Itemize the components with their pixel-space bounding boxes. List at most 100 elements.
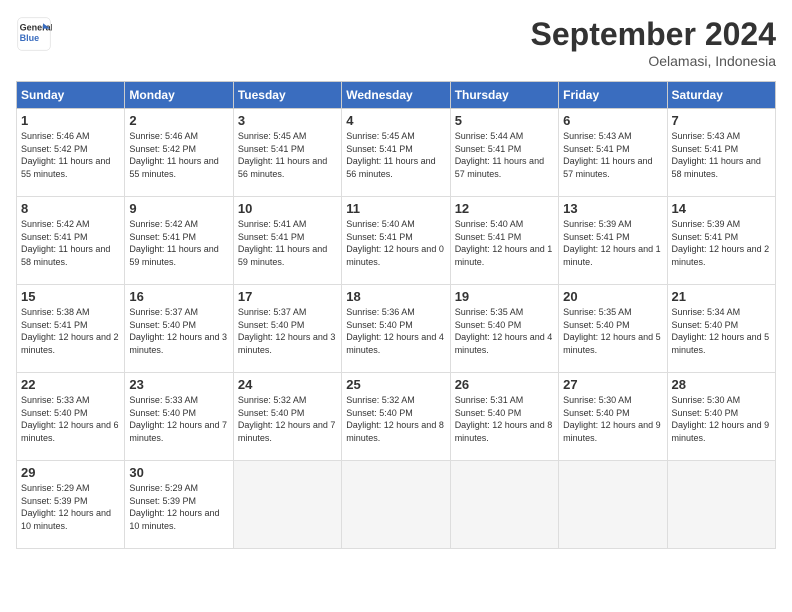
calendar-cell: 22 Sunrise: 5:33 AMSunset: 5:40 PMDayligh… [17,373,125,461]
day-number: 24 [238,377,337,392]
calendar-cell: 7 Sunrise: 5:43 AMSunset: 5:41 PMDaylight… [667,109,775,197]
day-number: 7 [672,113,771,128]
day-info: Sunrise: 5:40 AMSunset: 5:41 PMDaylight:… [455,218,554,268]
day-number: 26 [455,377,554,392]
title-block: September 2024 Oelamasi, Indonesia [531,16,776,69]
calendar-cell: 16Sunrise: 5:37 AMSunset: 5:40 PMDayligh… [125,285,233,373]
day-number: 12 [455,201,554,216]
day-info: Sunrise: 5:33 AMSunset: 5:40 PMDaylight:… [21,394,120,444]
day-info: Sunrise: 5:39 AMSunset: 5:41 PMDaylight:… [672,218,771,268]
calendar-cell [667,461,775,549]
calendar-cell: 20Sunrise: 5:35 AMSunset: 5:40 PMDayligh… [559,285,667,373]
day-number: 22 [21,377,120,392]
day-info: Sunrise: 5:43 AMSunset: 5:41 PMDaylight:… [563,130,662,180]
day-info: Sunrise: 5:32 AMSunset: 5:40 PMDaylight:… [238,394,337,444]
day-info: Sunrise: 5:39 AMSunset: 5:41 PMDaylight:… [563,218,662,268]
calendar-cell: 15 Sunrise: 5:38 AMSunset: 5:41 PMDayligh… [17,285,125,373]
day-number: 29 [21,465,120,480]
day-number: 10 [238,201,337,216]
day-number: 13 [563,201,662,216]
day-number: 11 [346,201,445,216]
calendar-cell: 1Sunrise: 5:46 AMSunset: 5:42 PMDaylight… [17,109,125,197]
calendar-cell: 19 Sunrise: 5:35 AMSunset: 5:40 PMDayligh… [450,285,558,373]
calendar-cell: 5 Sunrise: 5:44 AMSunset: 5:41 PMDaylight… [450,109,558,197]
day-info: Sunrise: 5:30 AMSunset: 5:40 PMDaylight:… [563,394,662,444]
calendar-cell: 29 Sunrise: 5:29 AMSunset: 5:39 PMDayligh… [17,461,125,549]
day-number: 25 [346,377,445,392]
calendar-cell: 23 Sunrise: 5:33 AMSunset: 5:40 PMDayligh… [125,373,233,461]
calendar-cell: 28 Sunrise: 5:30 AMSunset: 5:40 PMDayligh… [667,373,775,461]
month-title: September 2024 [531,16,776,53]
column-header-wednesday: Wednesday [342,82,450,109]
day-number: 5 [455,113,554,128]
calendar-week-2: 15 Sunrise: 5:38 AMSunset: 5:41 PMDayligh… [17,285,776,373]
logo: General Blue [16,16,52,52]
day-number: 28 [672,377,771,392]
day-info: Sunrise: 5:29 AMSunset: 5:39 PMDaylight:… [21,482,120,532]
column-header-monday: Monday [125,82,233,109]
calendar-cell: 30Sunrise: 5:29 AMSunset: 5:39 PMDayligh… [125,461,233,549]
page-header: General Blue September 2024 Oelamasi, In… [16,16,776,69]
day-number: 18 [346,289,445,304]
calendar-header-row: SundayMondayTuesdayWednesdayThursdayFrid… [17,82,776,109]
day-info: Sunrise: 5:35 AMSunset: 5:40 PMDaylight:… [455,306,554,356]
calendar-cell [233,461,341,549]
day-info: Sunrise: 5:38 AMSunset: 5:41 PMDaylight:… [21,306,120,356]
day-info: Sunrise: 5:37 AMSunset: 5:40 PMDaylight:… [129,306,228,356]
day-number: 3 [238,113,337,128]
day-number: 9 [129,201,228,216]
calendar-cell: 3 Sunrise: 5:45 AMSunset: 5:41 PMDaylight… [233,109,341,197]
logo-icon: General Blue [16,16,52,52]
column-header-saturday: Saturday [667,82,775,109]
day-number: 19 [455,289,554,304]
day-number: 8 [21,201,120,216]
column-header-thursday: Thursday [450,82,558,109]
calendar-cell [559,461,667,549]
day-info: Sunrise: 5:44 AMSunset: 5:41 PMDaylight:… [455,130,554,180]
day-info: Sunrise: 5:40 AMSunset: 5:41 PMDaylight:… [346,218,445,268]
calendar-cell: 9 Sunrise: 5:42 AMSunset: 5:41 PMDaylight… [125,197,233,285]
column-header-sunday: Sunday [17,82,125,109]
column-header-tuesday: Tuesday [233,82,341,109]
svg-text:Blue: Blue [20,33,40,43]
calendar-cell: 21 Sunrise: 5:34 AMSunset: 5:40 PMDayligh… [667,285,775,373]
day-info: Sunrise: 5:33 AMSunset: 5:40 PMDaylight:… [129,394,228,444]
calendar-week-0: 1Sunrise: 5:46 AMSunset: 5:42 PMDaylight… [17,109,776,197]
day-number: 21 [672,289,771,304]
day-number: 23 [129,377,228,392]
day-info: Sunrise: 5:32 AMSunset: 5:40 PMDaylight:… [346,394,445,444]
calendar-cell: 2 Sunrise: 5:46 AMSunset: 5:42 PMDaylight… [125,109,233,197]
day-info: Sunrise: 5:30 AMSunset: 5:40 PMDaylight:… [672,394,771,444]
day-number: 2 [129,113,228,128]
day-number: 15 [21,289,120,304]
day-info: Sunrise: 5:36 AMSunset: 5:40 PMDaylight:… [346,306,445,356]
calendar-cell: 13 Sunrise: 5:39 AMSunset: 5:41 PMDayligh… [559,197,667,285]
calendar-cell: 24 Sunrise: 5:32 AMSunset: 5:40 PMDayligh… [233,373,341,461]
day-info: Sunrise: 5:34 AMSunset: 5:40 PMDaylight:… [672,306,771,356]
calendar-week-3: 22 Sunrise: 5:33 AMSunset: 5:40 PMDayligh… [17,373,776,461]
calendar-cell: 11 Sunrise: 5:40 AMSunset: 5:41 PMDayligh… [342,197,450,285]
day-info: Sunrise: 5:46 AMSunset: 5:42 PMDaylight:… [21,130,120,180]
day-number: 20 [563,289,662,304]
day-info: Sunrise: 5:41 AMSunset: 5:41 PMDaylight:… [238,218,337,268]
day-info: Sunrise: 5:42 AMSunset: 5:41 PMDaylight:… [21,218,120,268]
calendar-cell: 12 Sunrise: 5:40 AMSunset: 5:41 PMDayligh… [450,197,558,285]
day-number: 30 [129,465,228,480]
day-info: Sunrise: 5:42 AMSunset: 5:41 PMDaylight:… [129,218,228,268]
day-info: Sunrise: 5:43 AMSunset: 5:41 PMDaylight:… [672,130,771,180]
column-header-friday: Friday [559,82,667,109]
day-info: Sunrise: 5:46 AMSunset: 5:42 PMDaylight:… [129,130,228,180]
calendar-cell: 4Sunrise: 5:45 AMSunset: 5:41 PMDaylight… [342,109,450,197]
calendar-week-4: 29 Sunrise: 5:29 AMSunset: 5:39 PMDayligh… [17,461,776,549]
calendar-body: 1Sunrise: 5:46 AMSunset: 5:42 PMDaylight… [17,109,776,549]
day-info: Sunrise: 5:45 AMSunset: 5:41 PMDaylight:… [238,130,337,180]
calendar-cell: 25 Sunrise: 5:32 AMSunset: 5:40 PMDayligh… [342,373,450,461]
day-info: Sunrise: 5:31 AMSunset: 5:40 PMDaylight:… [455,394,554,444]
calendar-cell: 8 Sunrise: 5:42 AMSunset: 5:41 PMDaylight… [17,197,125,285]
calendar-cell: 14Sunrise: 5:39 AMSunset: 5:41 PMDayligh… [667,197,775,285]
day-number: 17 [238,289,337,304]
day-number: 4 [346,113,445,128]
calendar-cell [450,461,558,549]
day-info: Sunrise: 5:37 AMSunset: 5:40 PMDaylight:… [238,306,337,356]
calendar-cell: 26 Sunrise: 5:31 AMSunset: 5:40 PMDayligh… [450,373,558,461]
